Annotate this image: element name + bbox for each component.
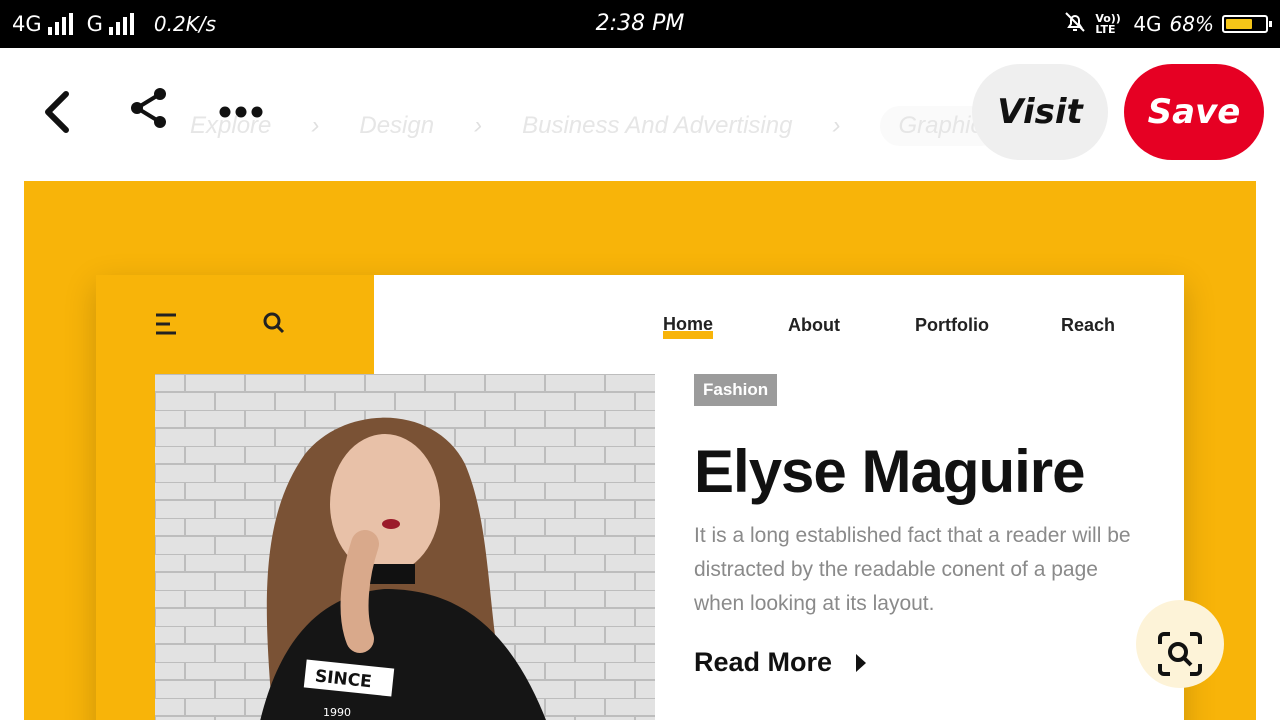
shirt-year: 1990 bbox=[323, 706, 351, 719]
mockup-nav-home: Home bbox=[663, 315, 714, 339]
back-arrow-icon bbox=[45, 91, 69, 133]
mockup-headline: Elyse Maguire bbox=[694, 438, 1086, 505]
read-more-label: Read More bbox=[694, 647, 833, 677]
play-arrow-icon bbox=[856, 653, 867, 672]
mockup-nav-about: About bbox=[788, 315, 840, 335]
breadcrumb-item[interactable]: Design bbox=[359, 112, 434, 146]
mute-bell-icon bbox=[1063, 10, 1087, 39]
category-tag: Fashion bbox=[694, 374, 778, 406]
mockup-nav-reach: Reach bbox=[1061, 315, 1116, 335]
menu-icon bbox=[156, 313, 176, 335]
read-more-link: Read More bbox=[694, 647, 868, 678]
breadcrumb-item[interactable]: Explore bbox=[190, 112, 271, 146]
share-button[interactable] bbox=[128, 86, 170, 133]
visit-button[interactable]: Visit bbox=[972, 64, 1108, 160]
chevron-right-icon: › bbox=[474, 112, 483, 139]
website-mockup: Home About Portfolio Reach SINCE 1990 Fa… bbox=[96, 275, 1184, 720]
lens-search-icon bbox=[1158, 632, 1202, 676]
model-photo: SINCE 1990 bbox=[155, 374, 655, 720]
breadcrumb: Explore › Design › Business And Advertis… bbox=[190, 106, 1001, 146]
save-button[interactable]: Save bbox=[1124, 64, 1264, 160]
chevron-right-icon: › bbox=[311, 112, 320, 139]
chevron-right-icon: › bbox=[832, 112, 841, 139]
pin-image[interactable]: Home About Portfolio Reach SINCE 1990 Fa… bbox=[24, 181, 1256, 720]
battery-percent: 68% bbox=[1169, 12, 1214, 36]
network-type-3: 4G bbox=[1133, 12, 1162, 36]
volte-indicator: Vo)) LTE bbox=[1095, 12, 1121, 36]
back-button[interactable] bbox=[38, 88, 78, 139]
mockup-description: It is a long established fact that a rea… bbox=[694, 524, 1131, 615]
search-icon bbox=[263, 312, 285, 334]
status-bar: 4G G 0.2K/s 2:38 PM Vo)) LTE 4G 68% bbox=[0, 0, 1280, 48]
battery-icon bbox=[1222, 15, 1272, 33]
share-icon bbox=[131, 88, 166, 128]
breadcrumb-item[interactable]: Business And Advertising bbox=[522, 112, 792, 146]
visual-search-button[interactable] bbox=[1136, 600, 1224, 688]
mockup-nav-portfolio: Portfolio bbox=[915, 315, 989, 335]
